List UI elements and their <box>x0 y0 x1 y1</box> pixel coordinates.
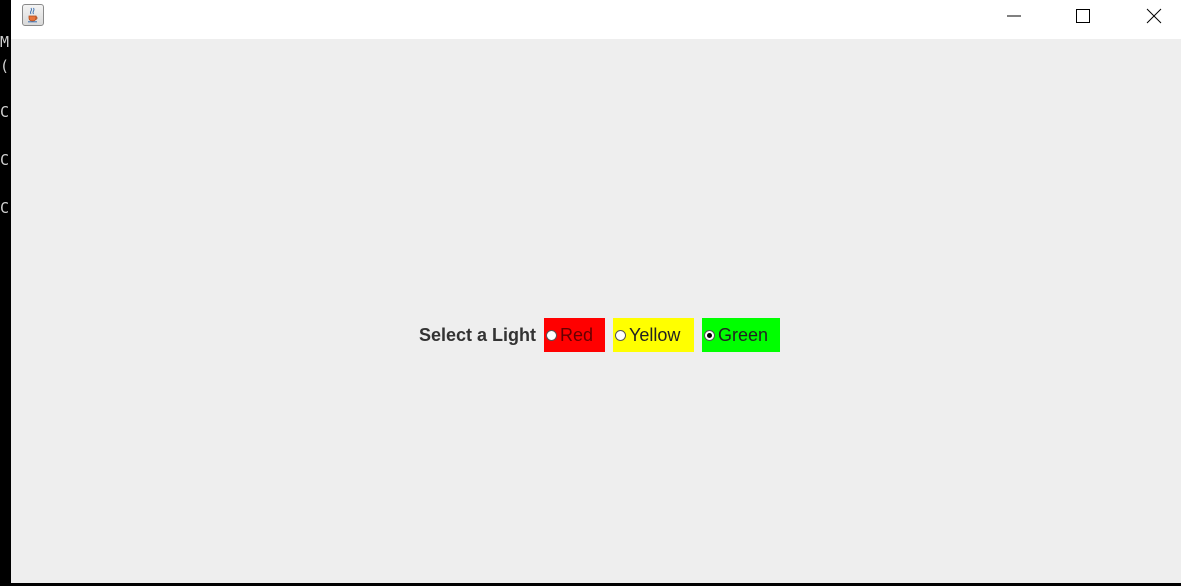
background-terminal: M ( C C C <box>0 0 11 586</box>
radio-indicator[interactable] <box>615 329 626 341</box>
terminal-line: ( <box>0 57 10 75</box>
radio-indicator-selected[interactable] <box>704 329 715 341</box>
radio-green-label: Green <box>718 325 769 345</box>
minimize-button[interactable] <box>991 0 1037 32</box>
maximize-icon <box>1076 9 1090 23</box>
terminal-line: C <box>0 151 10 169</box>
radio-yellow[interactable]: Yellow <box>613 318 694 352</box>
select-light-label: Select a Light <box>419 325 537 345</box>
terminal-line: C <box>0 103 10 121</box>
java-coffee-cup-icon[interactable] <box>22 4 44 26</box>
radio-indicator[interactable] <box>546 329 557 341</box>
radio-green[interactable]: Green <box>702 318 780 352</box>
app-window: Select a Light Red Yellow Green <box>11 0 1181 583</box>
radio-red[interactable]: Red <box>544 318 605 352</box>
radio-yellow-label: Yellow <box>629 325 681 345</box>
close-button[interactable] <box>1131 0 1177 32</box>
content-panel: Select a Light Red Yellow Green <box>11 39 1181 583</box>
terminal-line: C <box>0 199 10 217</box>
minimize-icon <box>1007 15 1021 17</box>
close-icon <box>1146 8 1162 24</box>
radio-red-label: Red <box>560 325 594 345</box>
terminal-line: M <box>0 33 10 51</box>
title-bar[interactable] <box>11 0 1181 39</box>
maximize-button[interactable] <box>1060 0 1106 32</box>
